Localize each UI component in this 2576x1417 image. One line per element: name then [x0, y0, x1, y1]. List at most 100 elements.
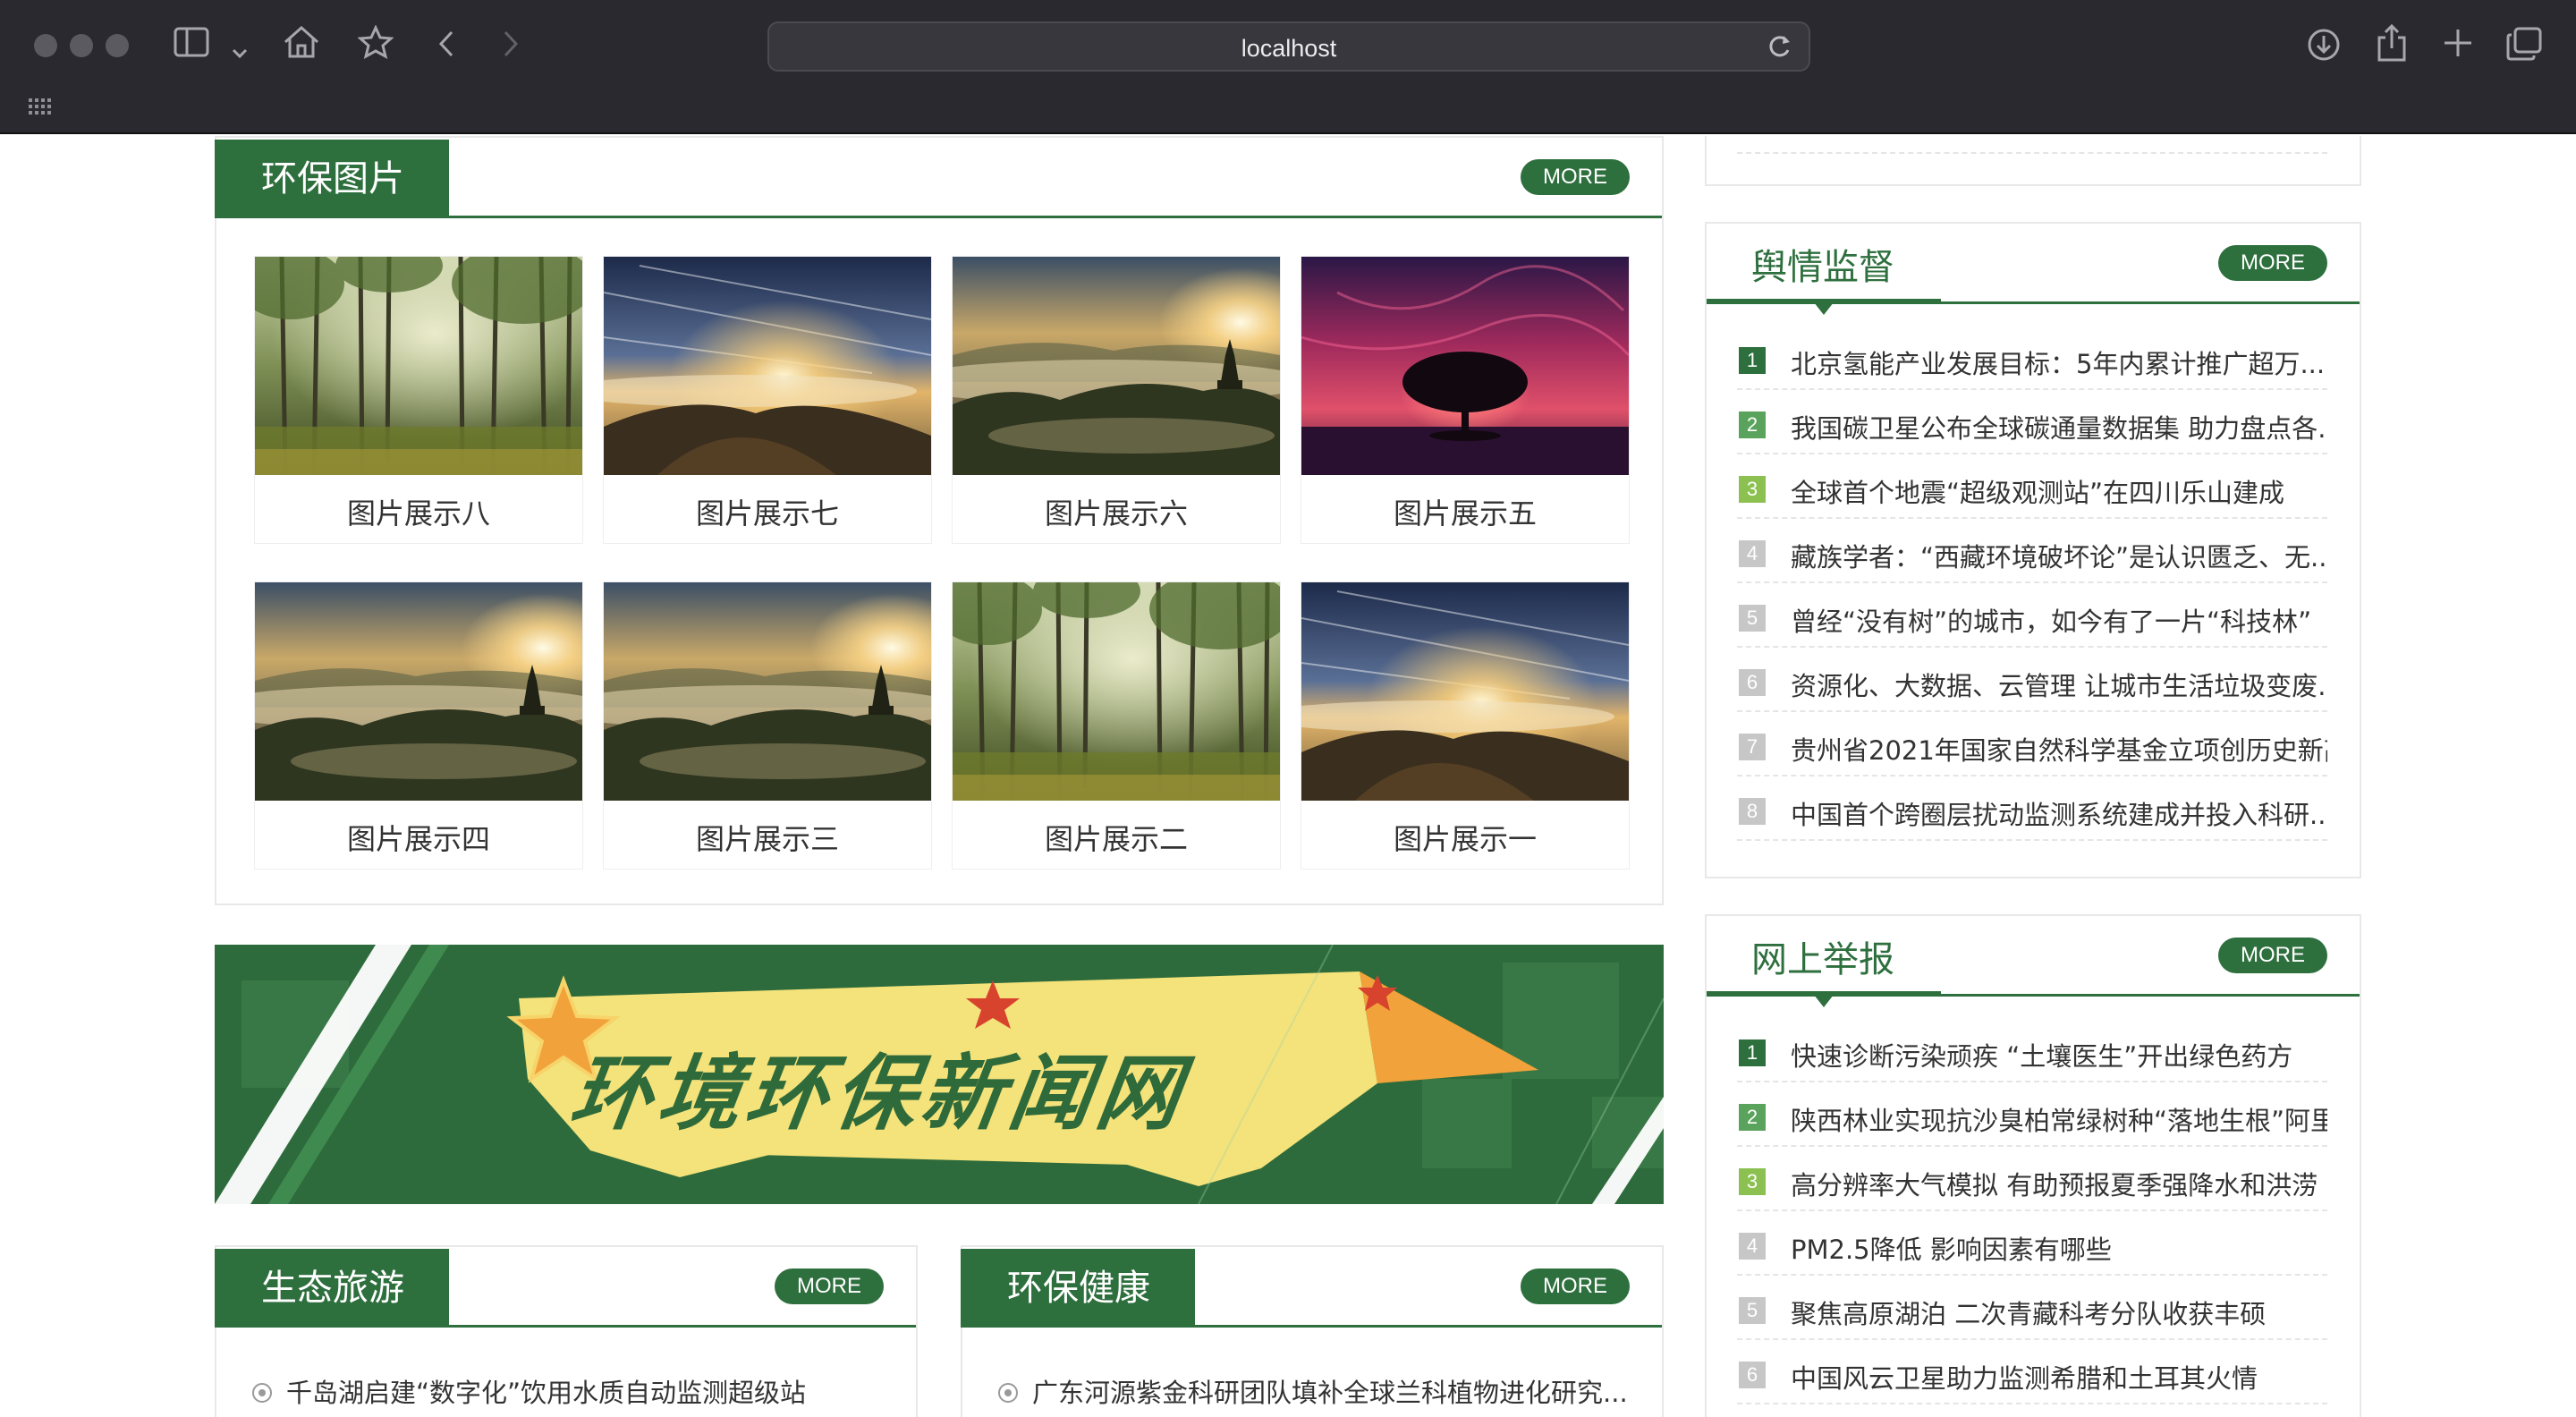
gallery-title: 环保图片	[215, 140, 449, 218]
eco-tourism-header: 生态旅游 MORE	[215, 1247, 916, 1328]
gallery-more-button[interactable]: MORE	[1521, 159, 1630, 195]
gallery-card[interactable]: 图片展示八	[254, 256, 583, 544]
eco-health-title: 环保健康	[961, 1249, 1195, 1328]
news-link[interactable]: 北京氢能产业发展目标：5年内累计推广超万...	[1791, 344, 2327, 381]
news-link[interactable]: 聚焦高原湖泊 二次青藏科考分队收获丰硕	[1791, 1294, 2327, 1331]
list-item[interactable]: 6 资源化、大数据、云管理 让城市生活垃圾变废...	[1737, 648, 2327, 712]
list-item[interactable]: 5 曾经“没有树”的城市，如今有了一片“科技林”	[1737, 583, 2327, 648]
list-item[interactable]: 3 高分辨率大气模拟 有助预报夏季强降水和洪涝	[1737, 1147, 2327, 1211]
gallery-caption[interactable]: 图片展示八	[255, 491, 582, 532]
gallery-image-temple[interactable]	[953, 257, 1280, 475]
sentiment-list: 1 北京氢能产业发展目标：5年内累计推广超万... 2 我国碳卫星公布全球碳通量数据…	[1737, 326, 2327, 841]
gallery-image-sunset[interactable]	[1301, 582, 1629, 801]
report-title: 网上举报	[1751, 939, 1894, 980]
gallery-caption[interactable]: 图片展示五	[1301, 491, 1629, 532]
gallery-card[interactable]: 图片展示三	[603, 581, 932, 870]
apps-grid-icon[interactable]	[29, 98, 52, 116]
news-link[interactable]: 陕西林业实现抗沙臭柏常绿树种“落地生根”阿里	[1791, 1100, 2327, 1138]
gallery-caption[interactable]: 图片展示二	[953, 817, 1280, 858]
list-item[interactable]: 7 贵州省2021年国家自然科学基金立项创历史新高	[1737, 712, 2327, 776]
list-item[interactable]: 4 PM2.5降低 影响因素有哪些	[1737, 1211, 2327, 1276]
sentiment-header: 舆情监督 MORE	[1707, 224, 2360, 315]
gallery-card[interactable]: 图片展示四	[254, 581, 583, 870]
rank-badge: 8	[1739, 798, 1766, 825]
eco-health-header: 环保健康 MORE	[961, 1247, 1662, 1328]
gallery-caption[interactable]: 图片展示三	[604, 817, 931, 858]
news-link[interactable]: 我国碳卫星公布全球碳通量数据集 助力盘点各...	[1791, 408, 2327, 445]
list-item[interactable]: 6 中国风云卫星助力监测希腊和土耳其火情	[1737, 1340, 2327, 1404]
news-link[interactable]: 藏族学者：“西藏环境破坏论”是认识匮乏、无...	[1791, 537, 2327, 574]
site-banner[interactable]: 环境环保新闻网	[215, 945, 1664, 1204]
sidebar-icon[interactable]	[174, 27, 209, 64]
report-more-button[interactable]: MORE	[2218, 938, 2327, 973]
forward-icon[interactable]	[501, 29, 521, 65]
news-link[interactable]: 千岛湖启建“数字化”饮用水质自动监测超级站	[286, 1372, 889, 1410]
gallery-image-forest[interactable]	[255, 257, 582, 475]
bullet-icon	[252, 1383, 272, 1403]
address-bar[interactable]: localhost	[767, 21, 1810, 72]
list-item[interactable]: 千岛湖启建“数字化”饮用水质自动监测超级站	[250, 1370, 889, 1417]
rank-badge: 4	[1739, 1233, 1766, 1260]
list-item[interactable]: 8 中国首个跨圈层扰动监测系统建成并投入科研...	[1737, 776, 2327, 841]
gallery-caption[interactable]: 图片展示六	[953, 491, 1280, 532]
eco-tourism-panel: 生态旅游 MORE 千岛湖启建“数字化”饮用水质自动监测超级站	[215, 1245, 918, 1417]
list-item[interactable]: 2 我国碳卫星公布全球碳通量数据集 助力盘点各...	[1737, 390, 2327, 454]
tabs-overview-icon[interactable]	[2506, 27, 2542, 67]
sentiment-more-button[interactable]: MORE	[2218, 245, 2327, 281]
gallery-image-temple[interactable]	[255, 582, 582, 801]
gallery-image-red-tree[interactable]	[1301, 257, 1629, 475]
gallery-card[interactable]: 图片展示一	[1301, 581, 1630, 870]
report-panel: 网上举报 MORE 1 快速诊断污染顽疾 “土壤医生”开出绿色药方 2 陕西林业实现…	[1705, 914, 2361, 1417]
list-item[interactable]: 2 陕西林业实现抗沙臭柏常绿树种“落地生根”阿里	[1737, 1082, 2327, 1147]
gallery-card[interactable]: 图片展示五	[1301, 256, 1630, 544]
news-link[interactable]: 高分辨率大气模拟 有助预报夏季强降水和洪涝	[1791, 1165, 2327, 1202]
list-item[interactable]: 5 聚焦高原湖泊 二次青藏科考分队收获丰硕	[1737, 1276, 2327, 1340]
minimize-window-button[interactable]	[70, 34, 93, 57]
eco-tourism-more-button[interactable]: MORE	[775, 1269, 884, 1304]
gallery-caption[interactable]: 图片展示七	[604, 491, 931, 532]
list-item[interactable]: 4 藏族学者：“西藏环境破坏论”是认识匮乏、无...	[1737, 519, 2327, 583]
news-link[interactable]: 广东河源紫金科研团队填补全球兰科植物进化研究...	[1032, 1372, 1635, 1410]
gallery-image-forest[interactable]	[953, 582, 1280, 801]
gallery-caption[interactable]: 图片展示四	[255, 817, 582, 858]
gallery-caption[interactable]: 图片展示一	[1301, 817, 1629, 858]
title-arrow-icon	[1814, 302, 1834, 315]
news-link[interactable]: 贵州省2021年国家自然科学基金立项创历史新高	[1791, 730, 2327, 768]
news-link[interactable]: 快速诊断污染顽疾 “土壤医生”开出绿色药方	[1791, 1036, 2327, 1073]
list-item[interactable]: 3 全球首个地震“超级观测站”在四川乐山建成	[1737, 454, 2327, 519]
news-link[interactable]: 曾经“没有树”的城市，如今有了一片“科技林”	[1791, 601, 2327, 639]
rank-badge: 6	[1739, 669, 1766, 696]
rank-badge: 2	[1739, 412, 1766, 438]
news-link[interactable]: 资源化、大数据、云管理 让城市生活垃圾变废...	[1791, 666, 2327, 703]
list-item[interactable]: 广东河源紫金科研团队填补全球兰科植物进化研究...	[996, 1370, 1635, 1417]
share-icon[interactable]	[2376, 23, 2408, 69]
news-link[interactable]: 全球首个地震“超级观测站”在四川乐山建成	[1791, 472, 2327, 510]
gallery-image-sunset[interactable]	[604, 257, 931, 475]
back-icon[interactable]	[436, 29, 456, 65]
new-tab-icon[interactable]	[2442, 27, 2474, 65]
news-link[interactable]: 中国首个跨圈层扰动监测系统建成并投入科研...	[1791, 794, 2327, 832]
close-window-button[interactable]	[34, 34, 57, 57]
zoom-window-button[interactable]	[106, 34, 129, 57]
eco-health-more-button[interactable]: MORE	[1521, 1269, 1630, 1304]
news-link[interactable]: PM2.5降低 影响因素有哪些	[1791, 1229, 2327, 1267]
window-controls	[34, 34, 129, 57]
eco-tourism-list: 千岛湖启建“数字化”饮用水质自动监测超级站	[250, 1370, 889, 1417]
report-header: 网上举报 MORE	[1707, 916, 2360, 1007]
gallery-image-temple[interactable]	[604, 582, 931, 801]
eco-health-list: 广东河源紫金科研团队填补全球兰科植物进化研究...	[996, 1370, 1635, 1417]
home-icon[interactable]	[283, 25, 320, 65]
reload-icon[interactable]	[1766, 32, 1792, 68]
gallery-card[interactable]: 图片展示七	[603, 256, 932, 544]
eco-health-panel: 环保健康 MORE 广东河源紫金科研团队填补全球兰科植物进化研究...	[961, 1245, 1664, 1417]
gallery-card[interactable]: 图片展示六	[952, 256, 1281, 544]
download-icon[interactable]	[2306, 27, 2342, 69]
gallery-card[interactable]: 图片展示二	[952, 581, 1281, 870]
rank-badge: 5	[1739, 605, 1766, 632]
star-icon[interactable]	[357, 24, 394, 65]
list-item[interactable]: 1 快速诊断污染顽疾 “土壤医生”开出绿色药方	[1737, 1018, 2327, 1082]
banner-title: 环境环保新闻网	[564, 1045, 1192, 1141]
list-item[interactable]: 1 北京氢能产业发展目标：5年内累计推广超万...	[1737, 326, 2327, 390]
chevron-down-icon[interactable]	[231, 34, 249, 66]
news-link[interactable]: 中国风云卫星助力监测希腊和土耳其火情	[1791, 1358, 2327, 1396]
